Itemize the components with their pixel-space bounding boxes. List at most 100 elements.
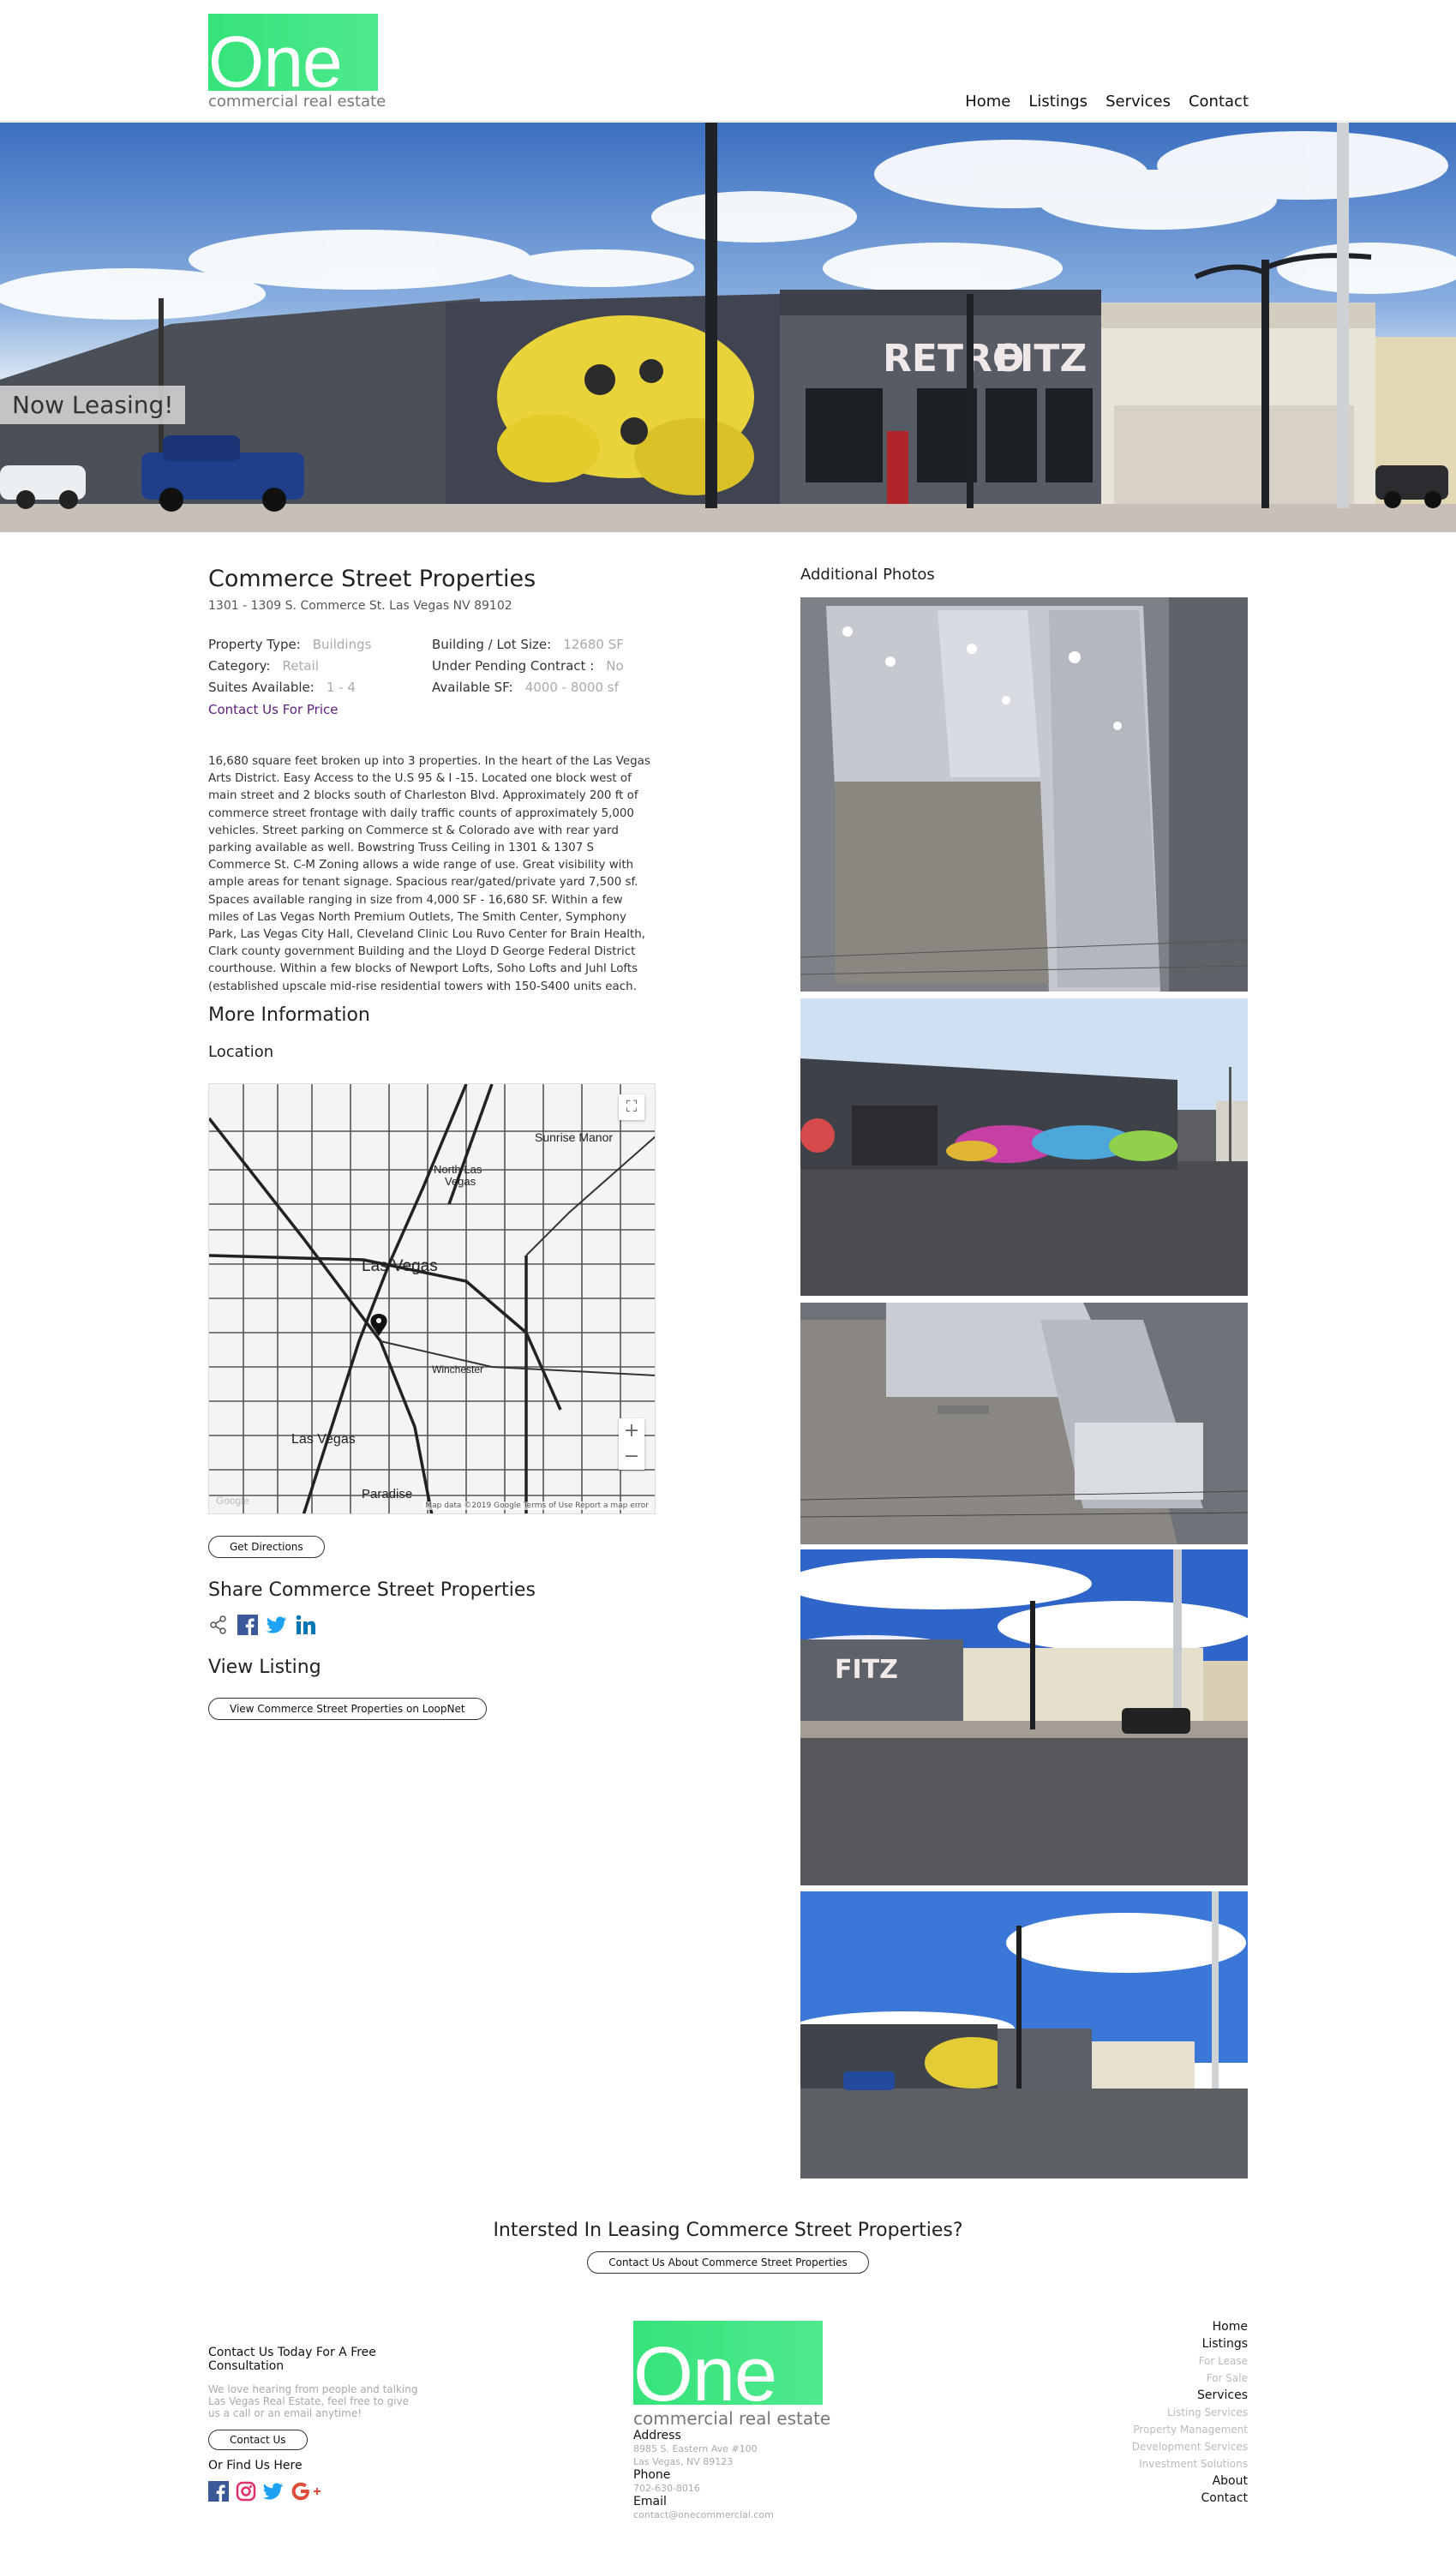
fact-label: Available SF: — [432, 680, 513, 695]
footer-logo-word: One — [633, 2332, 777, 2405]
map-attribution[interactable]: Map data ©2019 Google Terms of Use Repor… — [422, 1501, 651, 1510]
additional-photo-1[interactable] — [800, 597, 1248, 992]
footer-find-us: Or Find Us Here — [208, 2459, 303, 2472]
additional-photo-4[interactable]: FITZ — [800, 1549, 1248, 1885]
nav-contact[interactable]: Contact — [1189, 93, 1249, 111]
property-title: Commerce Street Properties — [208, 566, 536, 592]
additional-photo-5[interactable] — [800, 1891, 1248, 2178]
footer-email-label: Email — [633, 2495, 667, 2508]
footer-social-icons — [208, 2481, 422, 2502]
main-nav: Home Listings Services Contact — [965, 93, 1249, 111]
fact-available-sf: Available SF: 4000 - 8000 sf — [432, 680, 619, 695]
location-map[interactable]: Sunrise Manor North Las Vegas Las Vegas … — [208, 1083, 656, 1514]
linkedin-icon[interactable] — [296, 1615, 316, 1635]
map-google-logo: Google — [216, 1495, 249, 1507]
footer-address-line2: Las Vegas, NV 89123 — [633, 2456, 734, 2467]
map-label-las-vegas-sw: Las Vegas — [291, 1432, 356, 1447]
contact-for-price-link[interactable]: Contact Us For Price — [208, 702, 339, 717]
map-fullscreen-button[interactable]: ⛶ — [619, 1094, 644, 1120]
site-header: One commercial real estate Home Listings… — [0, 0, 1456, 122]
footer-contact-title: Contact Us Today For A Free Consultation — [208, 2346, 376, 2373]
footer-link-contact[interactable]: Contact — [1132, 2490, 1248, 2507]
twitter-icon[interactable] — [263, 2481, 284, 2502]
footer-link-home[interactable]: Home — [1132, 2318, 1248, 2335]
hero-now-leasing-badge: Now Leasing! — [0, 386, 186, 424]
property-details: Commerce Street Properties 1301 - 1309 S… — [208, 566, 656, 1061]
footer-links: Home Listings For Lease For Sale Service… — [1132, 2318, 1248, 2507]
map-zoom-control: + − — [619, 1418, 644, 1470]
fact-value: 4000 - 8000 sf — [524, 680, 619, 695]
hero-building-illustration: RETRO FITZ — [0, 123, 1456, 532]
leasing-cta: Intersted In Leasing Commerce Street Pro… — [0, 2220, 1456, 2274]
property-address: 1301 - 1309 S. Commerce St. Las Vegas NV… — [208, 599, 512, 613]
contact-about-property-button[interactable]: Contact Us About Commerce Street Propert… — [587, 2251, 869, 2274]
footer-address-label: Address — [633, 2429, 681, 2442]
map-label-north-las-vegas-1: North Las — [434, 1163, 482, 1176]
footer-logo-tagline: commercial real estate — [633, 2408, 831, 2429]
map-zoom-out-button[interactable]: − — [619, 1444, 644, 1470]
twitter-icon[interactable] — [267, 1615, 287, 1635]
additional-photo-2[interactable] — [800, 998, 1248, 1296]
footer-contact-text: We love hearing from people and talking … — [208, 2383, 418, 2419]
property-description: 16,680 square feet broken up into 3 prop… — [208, 755, 650, 993]
footer-link-investment-solutions[interactable]: Investment Solutions — [1132, 2455, 1248, 2472]
facebook-icon[interactable] — [208, 2481, 229, 2502]
share-icon[interactable] — [208, 1615, 229, 1635]
footer-link-property-management[interactable]: Property Management — [1132, 2421, 1248, 2438]
fact-label: Under Pending Contract : — [432, 658, 595, 674]
footer-contact-button[interactable]: Contact Us — [208, 2430, 308, 2450]
share-icons — [208, 1615, 316, 1635]
nav-services[interactable]: Services — [1105, 93, 1171, 111]
nav-home[interactable]: Home — [965, 93, 1010, 111]
get-directions-button[interactable]: Get Directions — [208, 1536, 325, 1558]
fact-property-type: Property Type: Buildings — [208, 637, 371, 652]
fact-label: Property Type: — [208, 637, 301, 652]
more-information-heading: More Information — [208, 1004, 370, 1026]
fact-pending-contract: Under Pending Contract : No — [432, 658, 624, 674]
fact-suites: Suites Available: 1 - 4 — [208, 680, 356, 695]
footer-link-listings[interactable]: Listings — [1132, 2335, 1248, 2352]
share-heading: Share Commerce Street Properties — [208, 1579, 536, 1601]
additional-photos-heading: Additional Photos — [800, 566, 935, 584]
map-label-winchester: Winchester — [432, 1363, 484, 1375]
fact-label: Category: — [208, 658, 271, 674]
footer-link-listing-services[interactable]: Listing Services — [1132, 2404, 1248, 2421]
view-on-loopnet-button[interactable]: View Commerce Street Properties on LoopN… — [208, 1698, 487, 1720]
fact-value: Retail — [282, 658, 319, 674]
fact-lot-size: Building / Lot Size: 12680 SF — [432, 637, 624, 652]
logo-word: One — [208, 21, 343, 91]
property-facts: Property Type: Buildings Category: Retail … — [208, 637, 656, 729]
instagram-icon[interactable] — [236, 2481, 256, 2502]
footer-link-for-sale[interactable]: For Sale — [1132, 2370, 1248, 2387]
facebook-icon[interactable] — [237, 1615, 258, 1635]
map-zoom-in-button[interactable]: + — [619, 1418, 644, 1444]
svg-text:FITZ: FITZ — [994, 337, 1087, 381]
logo-mark: One — [208, 14, 378, 91]
additional-photo-3[interactable] — [800, 1303, 1248, 1544]
footer-link-services[interactable]: Services — [1132, 2387, 1248, 2404]
map-roads — [209, 1084, 655, 1513]
map-label-paradise: Paradise — [362, 1487, 413, 1501]
footer-address-line1: 8985 S. Eastern Ave #100 — [633, 2443, 758, 2454]
footer-phone[interactable]: 702-630-8016 — [633, 2482, 856, 2495]
fact-label: Building / Lot Size: — [432, 637, 552, 652]
fact-label: Suites Available: — [208, 680, 315, 695]
footer-link-about[interactable]: About — [1132, 2472, 1248, 2490]
view-listing-heading: View Listing — [208, 1657, 321, 1678]
footer-email[interactable]: contact@onecommercial.com — [633, 2508, 856, 2521]
logo-tagline: commercial real estate — [208, 93, 386, 111]
footer-brand: One commercial real estate Address 8985 … — [633, 2321, 856, 2521]
footer-link-for-lease[interactable]: For Lease — [1132, 2352, 1248, 2370]
google-plus-icon[interactable] — [291, 2481, 325, 2502]
hero-banner: RETRO FITZ Now Leasing! — [0, 123, 1456, 532]
nav-listings[interactable]: Listings — [1028, 93, 1088, 111]
fact-value: 12680 SF — [563, 637, 624, 652]
site-logo[interactable]: One commercial real estate — [208, 14, 386, 111]
location-heading: Location — [208, 1043, 274, 1061]
footer-logo-mark[interactable]: One — [633, 2321, 823, 2405]
footer-phone-label: Phone — [633, 2468, 671, 2482]
fact-value: Buildings — [312, 637, 372, 652]
footer-link-development-services[interactable]: Development Services — [1132, 2438, 1248, 2455]
map-label-sunrise-manor: Sunrise Manor — [535, 1130, 614, 1144]
map-label-las-vegas: Las Vegas — [362, 1257, 438, 1275]
